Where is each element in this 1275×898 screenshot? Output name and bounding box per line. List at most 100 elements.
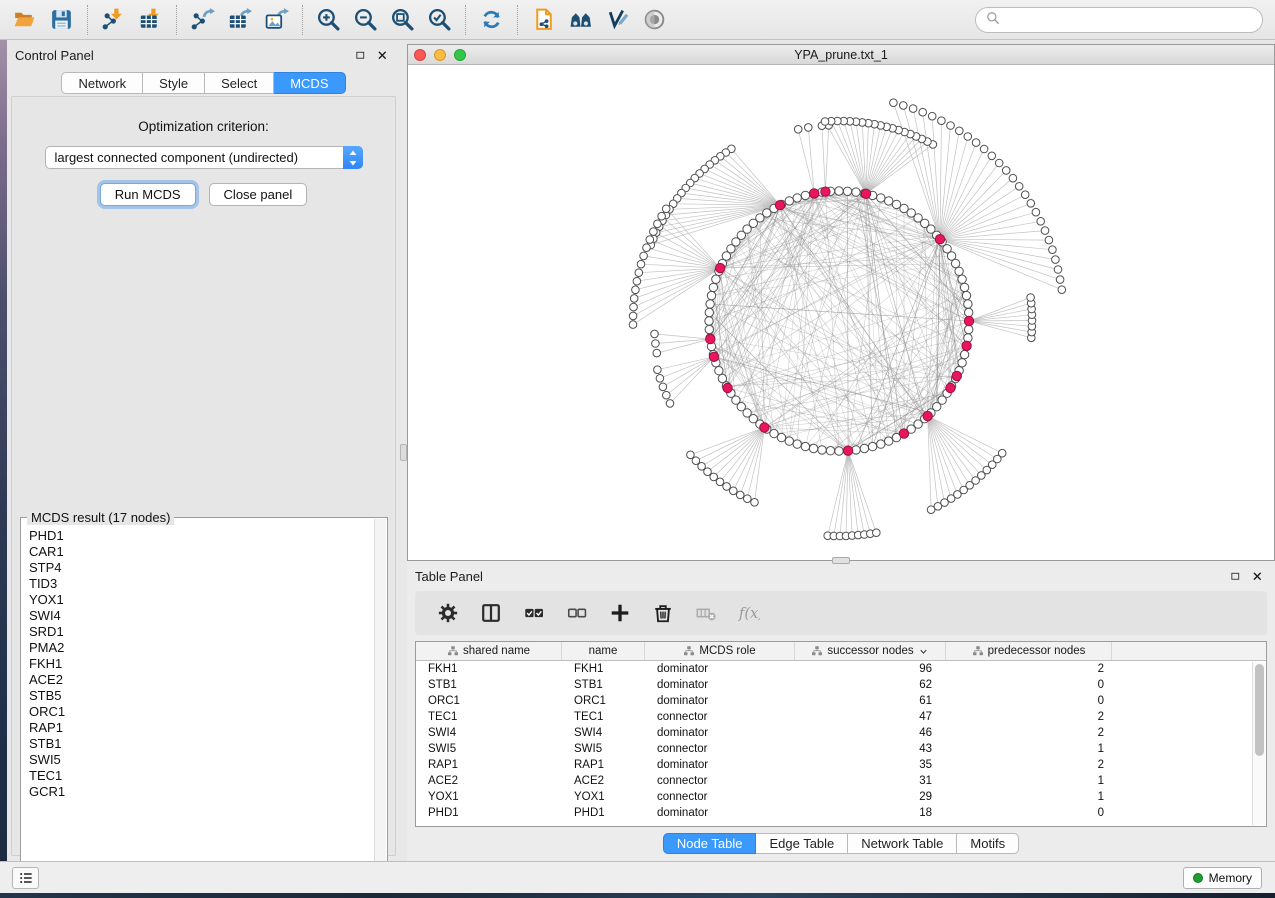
result-scrollbar[interactable] (374, 519, 386, 883)
leaf-node[interactable] (1045, 236, 1053, 244)
horizontal-splitter-handle[interactable] (832, 557, 850, 564)
tab-style[interactable]: Style (143, 72, 205, 94)
leaf-node[interactable] (632, 286, 640, 294)
panel-layout-button[interactable] (478, 600, 504, 626)
leaf-node[interactable] (919, 108, 927, 116)
mcds-result-item[interactable]: TID3 (22, 576, 373, 592)
control-panel-float-button[interactable] (352, 47, 368, 63)
leaf-node[interactable] (1009, 174, 1017, 182)
ring-node[interactable] (885, 197, 893, 205)
export-image-button[interactable] (258, 3, 295, 37)
leaf-node[interactable] (1054, 266, 1062, 274)
add-column-button[interactable] (607, 600, 633, 626)
ring-node[interactable] (705, 325, 713, 333)
leaf-node[interactable] (1037, 218, 1045, 226)
delete-column-button[interactable] (650, 600, 676, 626)
ring-node[interactable] (706, 300, 714, 308)
ring-node[interactable] (958, 359, 966, 367)
network-share-button[interactable] (525, 3, 562, 37)
leaf-node[interactable] (650, 228, 658, 236)
search-input[interactable] (1006, 13, 1252, 27)
dominator-node[interactable] (709, 352, 718, 361)
zoom-in-button[interactable] (310, 3, 347, 37)
dominator-node[interactable] (810, 189, 819, 198)
ring-node[interactable] (965, 325, 973, 333)
tab-select[interactable]: Select (205, 72, 274, 94)
leaf-node[interactable] (1032, 208, 1040, 216)
ring-node[interactable] (712, 275, 720, 283)
ring-node[interactable] (715, 367, 723, 375)
leaf-node[interactable] (662, 205, 670, 213)
leaf-node[interactable] (635, 269, 643, 277)
binoculars-button[interactable] (562, 3, 599, 37)
leaf-node[interactable] (656, 375, 664, 383)
leaf-node[interactable] (988, 152, 996, 160)
close-panel-button[interactable]: Close panel (209, 183, 308, 206)
mcds-result-item[interactable]: STB5 (22, 688, 373, 704)
table-row[interactable]: TEC1TEC1connector472 (416, 709, 1266, 725)
leaf-node[interactable] (938, 117, 946, 125)
ring-node[interactable] (958, 275, 966, 283)
leaf-node[interactable] (730, 487, 738, 495)
leaf-node[interactable] (998, 449, 1006, 457)
leaf-node[interactable] (805, 124, 813, 132)
refresh-layout-button[interactable] (473, 3, 510, 37)
leaf-node[interactable] (736, 491, 744, 499)
ring-node[interactable] (801, 442, 809, 450)
mcds-result-item[interactable]: YOX1 (22, 592, 373, 608)
table-row[interactable]: SWI4SWI4dominator462 (416, 725, 1266, 741)
ring-node[interactable] (793, 440, 801, 448)
mcds-result-item[interactable]: STP4 (22, 560, 373, 576)
task-history-button[interactable] (12, 867, 39, 889)
leaf-node[interactable] (723, 483, 731, 491)
table-row[interactable]: ACE2ACE2connector311 (416, 773, 1266, 789)
table-row[interactable]: PHD1PHD1dominator180 (416, 805, 1266, 821)
ring-node[interactable] (964, 300, 972, 308)
mcds-result-item[interactable]: ACE2 (22, 672, 373, 688)
leaf-node[interactable] (1015, 183, 1023, 191)
close-traffic-light[interactable] (414, 49, 426, 61)
table-scrollbar-thumb[interactable] (1255, 664, 1264, 756)
ring-node[interactable] (960, 350, 968, 358)
ring-node[interactable] (877, 194, 885, 202)
leaf-node[interactable] (646, 236, 654, 244)
ring-node[interactable] (835, 447, 843, 455)
column-header-successor-nodes[interactable]: successor nodes (795, 642, 946, 660)
leaf-node[interactable] (1058, 286, 1066, 294)
dominator-node[interactable] (952, 371, 961, 380)
column-settings-button[interactable] (435, 600, 461, 626)
leaf-node[interactable] (1027, 200, 1035, 208)
ring-node[interactable] (785, 437, 793, 445)
table-row[interactable]: ORC1ORC1dominator610 (416, 693, 1266, 709)
tab-edge-table[interactable]: Edge Table (756, 833, 848, 854)
dominator-node[interactable] (923, 411, 932, 420)
leaf-node[interactable] (751, 499, 759, 507)
dominator-node[interactable] (964, 316, 973, 325)
column-header-name[interactable]: name (562, 642, 645, 660)
dominator-node[interactable] (775, 201, 784, 210)
leaf-node[interactable] (1049, 246, 1057, 254)
dominator-node[interactable] (706, 334, 715, 343)
leaf-node[interactable] (1027, 294, 1035, 302)
criterion-select[interactable]: largest connected component (undirected) (45, 146, 363, 169)
control-panel-close-button[interactable] (374, 47, 390, 63)
leaf-node[interactable] (629, 321, 637, 329)
leaf-node[interactable] (658, 212, 666, 220)
ring-node[interactable] (852, 188, 860, 196)
leaf-node[interactable] (964, 133, 972, 141)
table-panel-float-button[interactable] (1227, 568, 1243, 584)
leaf-node[interactable] (653, 349, 661, 357)
leaf-node[interactable] (629, 312, 637, 320)
mcds-result-item[interactable]: FKH1 (22, 656, 373, 672)
leaf-node[interactable] (704, 468, 712, 476)
open-file-button[interactable] (6, 3, 43, 37)
ring-node[interactable] (860, 444, 868, 452)
leaf-node[interactable] (900, 102, 908, 110)
ring-node[interactable] (962, 291, 970, 299)
ring-node[interactable] (801, 191, 809, 199)
dominator-node[interactable] (899, 429, 908, 438)
mcds-result-item[interactable]: SRD1 (22, 624, 373, 640)
zoom-out-button[interactable] (347, 3, 384, 37)
table-panel-close-button[interactable] (1249, 568, 1265, 584)
zoom-fit-button[interactable] (384, 3, 421, 37)
